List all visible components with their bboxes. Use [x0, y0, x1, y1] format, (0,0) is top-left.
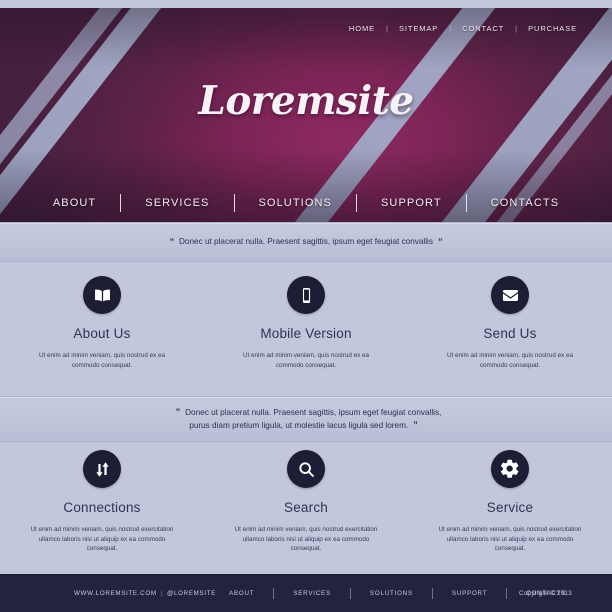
feature-title: Connections: [63, 500, 141, 515]
feature-card-service[interactable]: Service Ut enim ad minim veniam, quis no…: [408, 450, 612, 570]
feature-title: Service: [486, 500, 534, 515]
topnav-item-contact[interactable]: CONTACT: [451, 24, 515, 33]
footer-nav-item-about[interactable]: ABOUT: [210, 590, 273, 597]
top-utility-nav: HOME | SITEMAP | CONTACT | PURCHASE: [338, 24, 588, 33]
feature-body: Ut enim ad minim veniam, quis nostrud ex…: [30, 526, 174, 553]
search-icon[interactable]: [287, 450, 325, 488]
feature-card-connections[interactable]: Connections Ut enim ad minim veniam, qui…: [0, 450, 204, 570]
close-quote-mark: ”: [437, 236, 443, 247]
footer-site-url[interactable]: WWW.LOREMSITE.COM: [74, 590, 157, 597]
feature-row-primary: About Us Ut enim ad minim veniam, quis n…: [0, 276, 612, 394]
feature-body: Ut enim ad minim veniam, quis nostrud ex…: [447, 352, 573, 369]
transfer-arrows-icon[interactable]: [83, 450, 121, 488]
primary-nav: ABOUT SERVICES SOLUTIONS SUPPORT CONTACT…: [0, 194, 612, 212]
feature-title: Send Us: [483, 326, 537, 341]
book-icon[interactable]: [83, 276, 121, 314]
feature-card-mobile-version[interactable]: Mobile Version Ut enim ad minim veniam, …: [204, 276, 408, 394]
tagline-line-1: Donec ut placerat nulla. Praesent sagitt…: [185, 407, 442, 417]
nav-item-contacts[interactable]: CONTACTS: [467, 197, 583, 209]
footer-nav-item-solutions[interactable]: SOLUTIONS: [351, 590, 432, 597]
nav-separator: [355, 194, 357, 212]
feature-card-send-us[interactable]: Send Us Ut enim ad minim veniam, quis no…: [408, 276, 612, 394]
tagline-band-top: ” Donec ut placerat nulla. Praesent sagit…: [0, 222, 612, 262]
nav-separator: [465, 194, 467, 212]
nav-item-solutions[interactable]: SOLUTIONS: [235, 197, 356, 209]
feature-body: Ut enim ad minim veniam, quis nostrud ex…: [243, 352, 369, 369]
feature-body: Ut enim ad minim veniam, quis nostrud ex…: [438, 526, 582, 553]
envelope-icon[interactable]: [491, 276, 529, 314]
feature-card-about-us[interactable]: About Us Ut enim ad minim veniam, quis n…: [0, 276, 204, 394]
footer-nav-item-services[interactable]: SERVICES: [274, 590, 350, 597]
topnav-separator: |: [449, 24, 452, 33]
topnav-item-sitemap[interactable]: SITEMAP: [388, 24, 449, 33]
topnav-separator: |: [515, 24, 518, 33]
nav-separator: [233, 194, 235, 212]
nav-item-services[interactable]: SERVICES: [121, 197, 233, 209]
feature-title: Mobile Version: [260, 326, 352, 341]
mobile-phone-icon[interactable]: [287, 276, 325, 314]
footer-separator: |: [160, 590, 164, 597]
topnav-item-purchase[interactable]: PURCHASE: [517, 24, 588, 33]
feature-title: Search: [284, 500, 328, 515]
nav-item-about[interactable]: ABOUT: [29, 197, 120, 209]
website-mockup: HOME | SITEMAP | CONTACT | PURCHASE Lore…: [0, 0, 612, 612]
close-quote-mark: ”: [413, 420, 418, 431]
nav-item-support[interactable]: SUPPORT: [357, 197, 466, 209]
tagline-line-2: purus diam pretium ligula, ut molestie l…: [189, 421, 409, 430]
footer-social-handle[interactable]: @LOREMSITE: [167, 590, 216, 597]
topnav-separator: |: [386, 24, 388, 33]
nav-separator: [120, 194, 122, 212]
copyright-text: Copyright © 2013: [518, 590, 572, 597]
footer-brand: WWW.LOREMSITE.COM | @LOREMSITE: [74, 590, 216, 597]
tagline-text-middle: ” Donec ut placerat nulla. Praesent sagit…: [171, 406, 442, 433]
feature-row-secondary: Connections Ut enim ad minim veniam, qui…: [0, 450, 612, 570]
site-header: HOME | SITEMAP | CONTACT | PURCHASE Lore…: [0, 8, 612, 222]
feature-body: Ut enim ad minim veniam, quis nostrud ex…: [39, 352, 165, 369]
gear-icon[interactable]: [491, 450, 529, 488]
open-quote-mark: ”: [175, 407, 181, 417]
footer-nav-item-support[interactable]: SUPPORT: [433, 590, 506, 597]
tagline-band-middle: ” Donec ut placerat nulla. Praesent sagit…: [0, 396, 612, 442]
site-footer: WWW.LOREMSITE.COM | @LOREMSITE ABOUT SERVI…: [0, 574, 612, 612]
topnav-item-home[interactable]: HOME: [338, 24, 386, 33]
open-quote-mark: ”: [169, 236, 175, 247]
feature-card-search[interactable]: Search Ut enim ad minim veniam, quis nos…: [204, 450, 408, 570]
tagline-line: Donec ut placerat nulla. Praesent sagitt…: [179, 237, 433, 247]
site-logo[interactable]: Loremsite: [0, 78, 612, 124]
tagline-text-top: ” Donec ut placerat nulla. Praesent sagit…: [165, 235, 448, 248]
feature-body: Ut enim ad minim veniam, quis nostrud ex…: [234, 526, 378, 553]
feature-title: About Us: [73, 326, 131, 341]
